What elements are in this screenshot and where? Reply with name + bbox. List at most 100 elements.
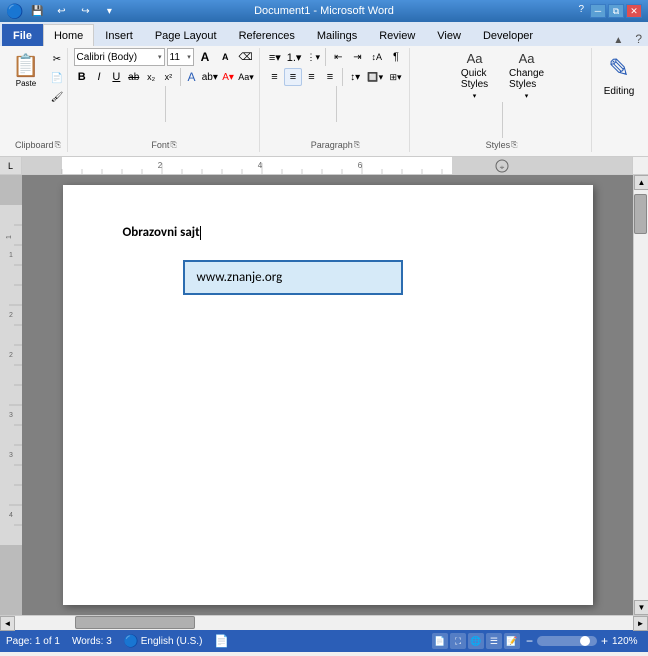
- svg-text:⌖: ⌖: [500, 163, 505, 172]
- full-screen-btn[interactable]: ⛶: [450, 633, 466, 649]
- multilevel-btn[interactable]: ⋮▾: [304, 48, 322, 66]
- document-link-box[interactable]: www.znanje.org: [183, 260, 403, 295]
- tab-review[interactable]: Review: [368, 24, 426, 46]
- align-right-btn[interactable]: ≡: [303, 68, 320, 86]
- bullets-btn[interactable]: ≡▾: [266, 48, 284, 66]
- bold-btn[interactable]: B: [74, 68, 90, 86]
- horizontal-scrollbar: ◄ ►: [0, 615, 648, 630]
- document-view-icon[interactable]: 📄: [214, 634, 229, 648]
- language-indicator[interactable]: 🔵 English (U.S.): [124, 634, 203, 648]
- tab-mailings[interactable]: Mailings: [306, 24, 368, 46]
- title-bar: 🔵 💾 ↩ ↪ ▾ Document1 - Microsoft Word ? ─…: [0, 0, 648, 22]
- undo-qa-btn[interactable]: ↩: [51, 2, 71, 20]
- zoom-level[interactable]: 120%: [612, 636, 642, 647]
- editing-btn[interactable]: ✎ Editing: [594, 48, 644, 102]
- hscroll-thumb[interactable]: [75, 616, 195, 629]
- web-layout-btn[interactable]: 🌐: [468, 633, 484, 649]
- zoom-slider[interactable]: [537, 636, 597, 646]
- svg-text:2: 2: [9, 312, 13, 319]
- text-effects-btn[interactable]: A: [183, 68, 199, 86]
- font-expand-icon[interactable]: ⎘: [170, 140, 176, 150]
- format-painter-btn[interactable]: 🖌: [46, 88, 68, 106]
- paste-btn[interactable]: 📋 Paste: [8, 48, 44, 92]
- para-sep: [336, 86, 337, 122]
- print-layout-btn[interactable]: 📄: [432, 633, 448, 649]
- subscript-btn[interactable]: x₂: [143, 68, 159, 86]
- shading-btn[interactable]: 🔲▾: [366, 68, 385, 86]
- document-heading: Obrazovni sajt: [123, 225, 533, 240]
- help-ribbon-btn[interactable]: ?: [629, 32, 648, 46]
- clipboard-expand-icon[interactable]: ⎘: [55, 140, 61, 150]
- outline-btn[interactable]: ☰: [486, 633, 502, 649]
- help-icon[interactable]: ?: [578, 4, 584, 18]
- language-label: English (U.S.): [141, 636, 203, 647]
- decrease-indent-btn[interactable]: ⇤: [329, 48, 347, 66]
- tab-references[interactable]: References: [228, 24, 306, 46]
- customize-qa-btn[interactable]: ▾: [99, 2, 119, 20]
- line-spacing-btn[interactable]: ↕▾: [346, 68, 365, 86]
- zoom-out-btn[interactable]: −: [526, 634, 533, 648]
- borders-btn[interactable]: ⊞▾: [386, 68, 405, 86]
- svg-text:2: 2: [9, 352, 13, 359]
- hscroll-track[interactable]: [15, 616, 633, 630]
- scroll-down-btn[interactable]: ▼: [634, 600, 648, 615]
- justify-btn[interactable]: ≡: [321, 68, 338, 86]
- minimize-btn[interactable]: ─: [590, 4, 606, 18]
- document-page: Obrazovni sajt www.znanje.org: [63, 185, 593, 605]
- tab-developer[interactable]: Developer: [472, 24, 544, 46]
- clipboard-label: Clipboard: [15, 140, 54, 150]
- cut-btn[interactable]: ✂: [46, 50, 68, 68]
- para-sep2: [342, 68, 343, 86]
- grow-font-btn[interactable]: A: [196, 48, 214, 66]
- quick-styles-btn[interactable]: Aa QuickStyles ▾: [451, 48, 499, 102]
- show-hide-btn[interactable]: ¶: [387, 48, 405, 66]
- align-left-btn[interactable]: ≡: [266, 68, 283, 86]
- draft-btn[interactable]: 📝: [504, 633, 520, 649]
- redo-qa-btn[interactable]: ↪: [75, 2, 95, 20]
- font-name-combo[interactable]: Calibri (Body) ▾: [74, 48, 165, 66]
- tab-page-layout[interactable]: Page Layout: [144, 24, 228, 46]
- title-bar-left: 🔵 💾 ↩ ↪ ▾: [6, 2, 119, 20]
- page-count: Page: 1 of 1: [6, 636, 60, 647]
- center-btn[interactable]: ≡: [284, 68, 301, 86]
- styles-expand-icon[interactable]: ⎘: [511, 140, 517, 150]
- status-left: Page: 1 of 1 Words: 3 🔵 English (U.S.) 📄: [6, 634, 229, 648]
- scroll-up-btn[interactable]: ▲: [634, 175, 648, 190]
- scroll-track[interactable]: [634, 190, 648, 600]
- para-expand-icon[interactable]: ⎘: [354, 140, 360, 150]
- svg-text:4: 4: [9, 512, 13, 519]
- font-sep1: [180, 68, 181, 86]
- increase-indent-btn[interactable]: ⇥: [348, 48, 366, 66]
- font-size-combo[interactable]: 11 ▾: [167, 48, 194, 66]
- collapse-ribbon-btn[interactable]: ▲: [607, 35, 629, 46]
- language-flag-icon: 🔵: [124, 634, 139, 648]
- highlight-btn[interactable]: ab▾: [201, 68, 219, 86]
- tab-view[interactable]: View: [426, 24, 472, 46]
- text-cursor: [200, 226, 201, 240]
- status-right: 📄 ⛶ 🌐 ☰ 📝 − + 120%: [432, 633, 642, 649]
- change-styles-btn[interactable]: Aa ChangeStyles ▾: [501, 48, 553, 102]
- tab-home[interactable]: Home: [43, 24, 94, 46]
- underline-btn[interactable]: U: [108, 68, 124, 86]
- strikethrough-btn[interactable]: ab: [126, 68, 142, 86]
- scroll-thumb[interactable]: [634, 194, 647, 234]
- clear-format-btn[interactable]: ⌫: [236, 48, 254, 66]
- change-case-btn[interactable]: Aa▾: [237, 68, 255, 86]
- italic-btn[interactable]: I: [91, 68, 107, 86]
- restore-btn[interactable]: ⧉: [608, 4, 624, 18]
- hscroll-left-btn[interactable]: ◄: [0, 616, 15, 631]
- hscroll-right-btn[interactable]: ►: [633, 616, 648, 631]
- sort-btn[interactable]: ↕A: [368, 48, 386, 66]
- shrink-font-btn[interactable]: A: [216, 48, 234, 66]
- zoom-in-btn[interactable]: +: [601, 634, 608, 648]
- editing-group: ✎ Editing: [594, 48, 644, 152]
- superscript-btn[interactable]: x²: [160, 68, 176, 86]
- numbering-btn[interactable]: 1.▾: [285, 48, 303, 66]
- tab-file[interactable]: File: [2, 24, 43, 46]
- save-qa-btn[interactable]: 💾: [27, 2, 47, 20]
- font-color-btn[interactable]: A▾: [220, 68, 236, 86]
- tab-insert[interactable]: Insert: [94, 24, 144, 46]
- close-btn[interactable]: ✕: [626, 4, 642, 18]
- svg-text:3: 3: [9, 412, 13, 419]
- copy-btn[interactable]: 📄: [46, 69, 68, 87]
